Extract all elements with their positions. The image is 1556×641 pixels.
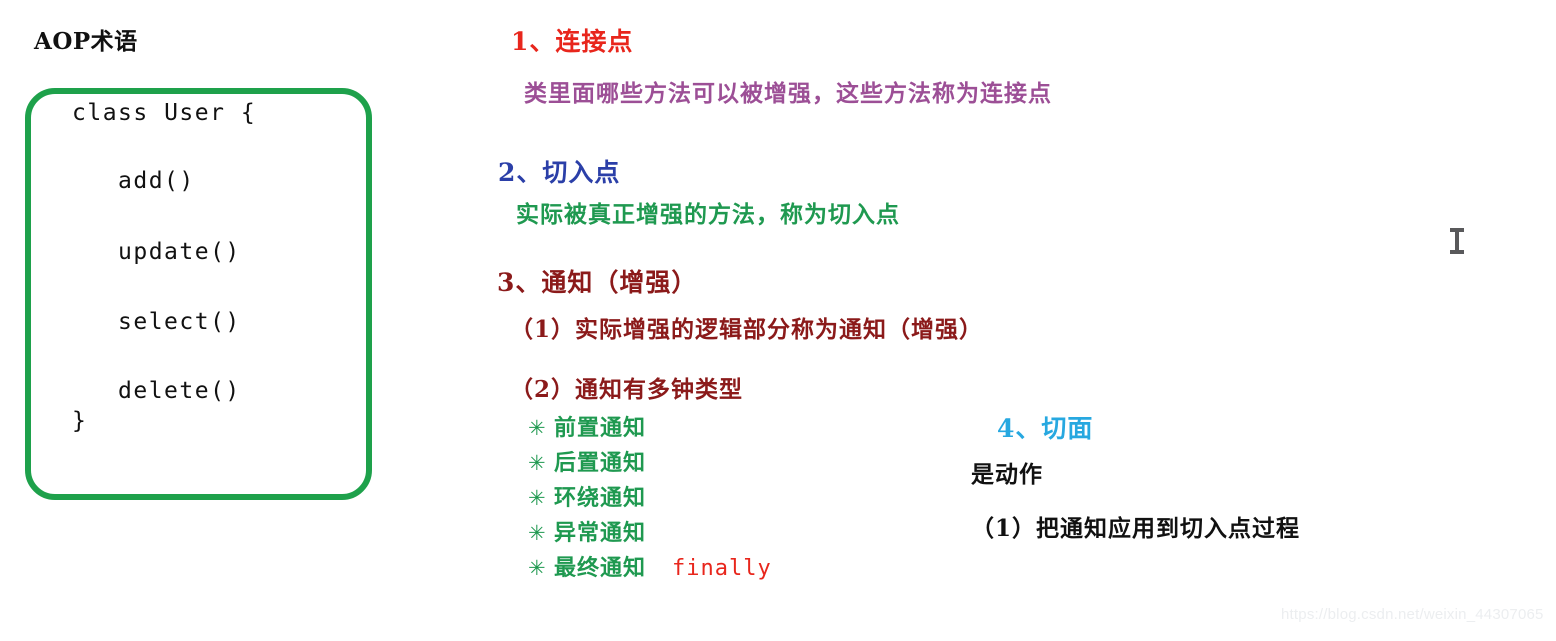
code-line-method-select: select() bbox=[118, 309, 241, 335]
section-2-body-text: 实际被真正增强的方法，称为切入点 bbox=[516, 201, 900, 228]
user-class-code-box bbox=[25, 88, 372, 500]
advice-type-label: 异常通知 bbox=[554, 520, 647, 546]
section-2-heading-pointcut: 2、切入点 bbox=[498, 158, 621, 187]
asterisk-bullet-icon: ✳ bbox=[528, 416, 546, 440]
section-1-body-text: 类里面哪些方法可以被增强，这些方法称为连接点 bbox=[524, 80, 1052, 107]
code-line-method-delete: delete() bbox=[118, 378, 241, 404]
text-cursor-ibeam-icon bbox=[1450, 228, 1464, 254]
advice-type-list: ✳ 前置通知 ✳ 后置通知 ✳ 环绕通知 ✳ 异常通知 ✳ 最终通知 final… bbox=[528, 410, 772, 585]
advice-type-keyword-finally: finally bbox=[672, 556, 772, 581]
asterisk-bullet-icon: ✳ bbox=[528, 521, 546, 545]
section-3-body-text-1: （1）实际增强的逻辑部分称为通知（增强） bbox=[510, 316, 984, 343]
section-4-heading-aspect: 4、切面 bbox=[997, 414, 1094, 443]
asterisk-bullet-icon: ✳ bbox=[528, 486, 546, 510]
aop-terminology-title: AOP术语 bbox=[34, 28, 138, 55]
asterisk-bullet-icon: ✳ bbox=[528, 556, 546, 580]
section-1-heading-joinpoint: 1、连接点 bbox=[511, 27, 634, 56]
advice-type-label: 最终通知 bbox=[554, 555, 647, 581]
slide-canvas: AOP术语 class User { add() update() select… bbox=[0, 0, 1556, 641]
code-line-method-update: update() bbox=[118, 239, 241, 265]
section-4-body-text-1: 是动作 bbox=[971, 461, 1043, 488]
list-item: ✳ 最终通知 finally bbox=[528, 550, 772, 585]
section-3-heading-advice: 3、通知（增强） bbox=[497, 268, 698, 297]
advice-type-label: 后置通知 bbox=[554, 450, 647, 476]
list-item: ✳ 异常通知 bbox=[528, 515, 772, 550]
list-item: ✳ 环绕通知 bbox=[528, 480, 772, 515]
code-line-class-declaration: class User { bbox=[72, 100, 257, 126]
csdn-watermark: https://blog.csdn.net/weixin_44307065 bbox=[1281, 606, 1544, 623]
advice-type-label: 前置通知 bbox=[554, 415, 647, 441]
list-item: ✳ 后置通知 bbox=[528, 445, 772, 480]
section-4-body-text-2: （1）把通知应用到切入点过程 bbox=[971, 515, 1301, 542]
advice-type-label: 环绕通知 bbox=[554, 485, 647, 511]
code-line-closing-brace: } bbox=[72, 408, 88, 434]
section-3-body-text-2: （2）通知有多钟类型 bbox=[510, 376, 744, 403]
code-line-method-add: add() bbox=[118, 168, 195, 194]
asterisk-bullet-icon: ✳ bbox=[528, 451, 546, 475]
list-item: ✳ 前置通知 bbox=[528, 410, 772, 445]
